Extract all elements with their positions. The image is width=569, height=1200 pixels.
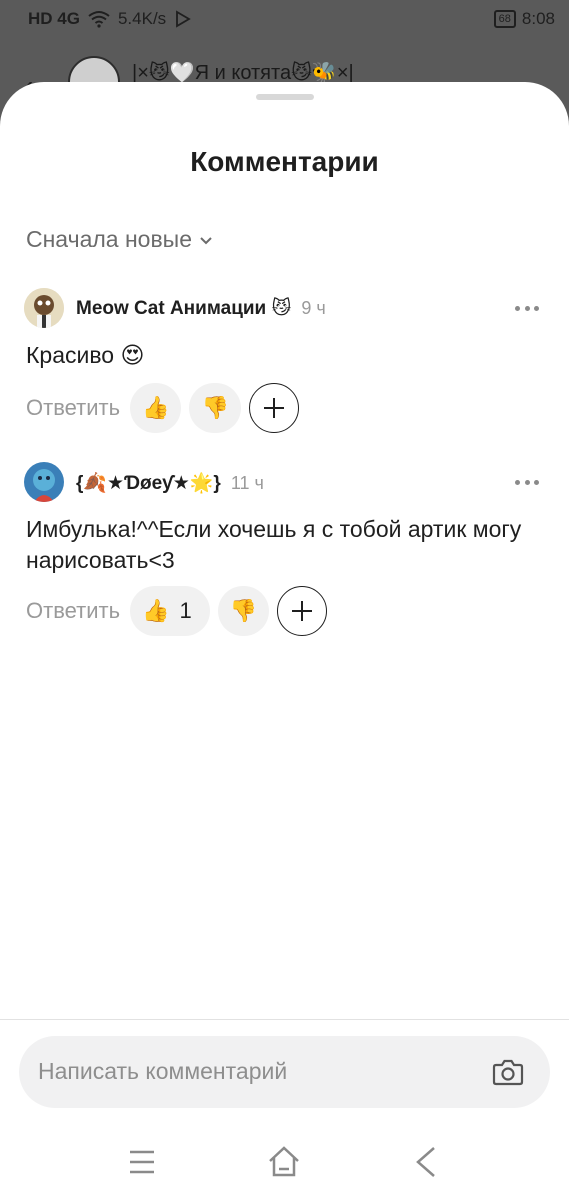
sheet-grabber[interactable] bbox=[256, 94, 314, 100]
comment-text: Красиво 😍 bbox=[26, 342, 145, 368]
battery-icon: 68 bbox=[493, 10, 516, 28]
author-name: {🍂★Ɗøeƴ★🌟} bbox=[76, 473, 221, 494]
sheet-title: Комментарии bbox=[190, 146, 379, 177]
add-reaction-icon bbox=[263, 398, 284, 418]
comment-actions: Ответить 👍 1 👎 bbox=[26, 586, 328, 636]
menu-icon[interactable] bbox=[122, 1142, 162, 1182]
author-name: Meow Cat Анимации 😼 bbox=[76, 298, 292, 319]
sort-dropdown[interactable]: Сначала новые bbox=[26, 226, 214, 253]
comment-time: 9 ч bbox=[301, 298, 326, 318]
speed-indicator: 5.4K/s bbox=[117, 9, 167, 28]
network-indicator: HD 4G bbox=[28, 9, 80, 28]
add-reaction-icon bbox=[292, 601, 313, 621]
thumbs-up-icon: 👍 bbox=[142, 598, 170, 623]
status-left: HD 4G 5.4K/s bbox=[28, 9, 192, 29]
avatar[interactable] bbox=[24, 462, 64, 502]
camera-icon[interactable] bbox=[490, 1054, 526, 1090]
system-navbar bbox=[0, 1122, 569, 1200]
comment-author[interactable]: Meow Cat Анимации 😼 9 ч bbox=[76, 297, 326, 320]
comments-sheet: Комментарии Сначала новые Meow Cat Анима… bbox=[0, 82, 569, 1200]
dislike-button[interactable]: 👎 bbox=[217, 586, 270, 636]
status-bar: HD 4G 5.4K/s 68 8:08 bbox=[0, 0, 569, 42]
status-right: 68 8:08 bbox=[493, 9, 555, 29]
comment-text: Имбулька!^^Если хочешь я с тобой артик м… bbox=[26, 516, 522, 573]
chevron-down-icon bbox=[200, 236, 212, 244]
composer-divider bbox=[0, 1019, 569, 1020]
avatar-character-icon bbox=[24, 462, 64, 502]
thumbs-down-icon: 👎 bbox=[201, 395, 229, 420]
reply-button[interactable]: Ответить bbox=[26, 395, 120, 421]
more-icon[interactable] bbox=[515, 304, 539, 312]
wifi-icon bbox=[88, 11, 110, 28]
comment-composer bbox=[19, 1036, 550, 1108]
dislike-button[interactable]: 👎 bbox=[189, 383, 241, 433]
reply-button[interactable]: Ответить bbox=[26, 598, 120, 624]
add-reaction-button[interactable] bbox=[248, 383, 299, 433]
comment-actions: Ответить 👍 👎 bbox=[26, 383, 299, 433]
like-count: 1 bbox=[179, 598, 192, 623]
play-icon bbox=[176, 10, 191, 28]
avatar-cat-icon bbox=[24, 288, 64, 328]
add-reaction-button[interactable] bbox=[277, 586, 328, 636]
like-button[interactable]: 👍 1 bbox=[130, 586, 210, 636]
thumbs-down-icon: 👎 bbox=[229, 598, 258, 623]
like-button[interactable]: 👍 bbox=[130, 383, 182, 433]
comment-author[interactable]: {🍂★Ɗøeƴ★🌟} 11 ч bbox=[76, 471, 264, 495]
back-icon[interactable] bbox=[406, 1142, 446, 1182]
more-icon[interactable] bbox=[515, 478, 539, 486]
thumbs-up-icon: 👍 bbox=[142, 395, 170, 420]
clock: 8:08 bbox=[521, 9, 555, 28]
sort-label: Сначала новые bbox=[26, 226, 193, 252]
comment-time: 11 ч bbox=[230, 473, 264, 493]
comment-input[interactable] bbox=[38, 1058, 478, 1085]
avatar[interactable] bbox=[24, 288, 64, 328]
home-icon[interactable] bbox=[264, 1142, 304, 1182]
